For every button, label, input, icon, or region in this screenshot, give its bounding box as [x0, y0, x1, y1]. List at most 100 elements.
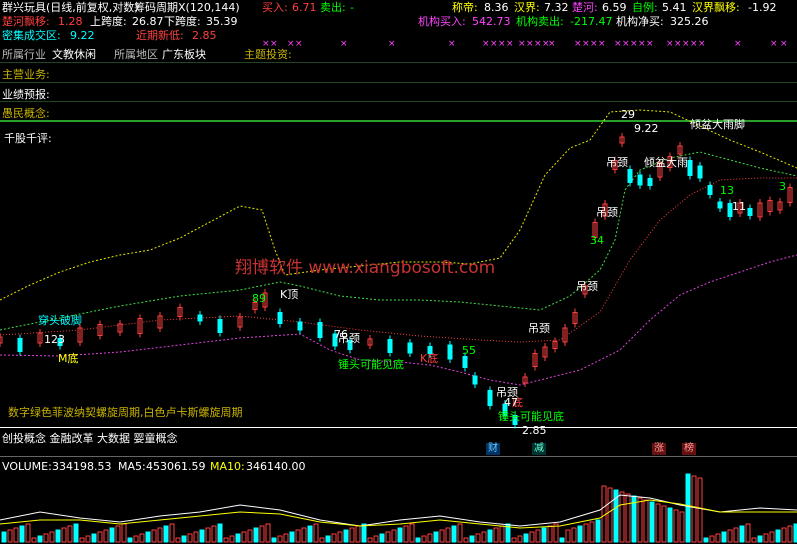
volume-bar — [727, 529, 733, 543]
volume-bar — [151, 529, 157, 543]
marker: × — [534, 39, 542, 49]
volume-bar — [763, 533, 769, 543]
marker: × — [622, 39, 630, 49]
volume-bar — [169, 523, 175, 543]
volume-bar — [667, 507, 673, 543]
volume-bar — [1, 531, 7, 543]
volume-bar — [679, 511, 685, 543]
volume-bar — [517, 535, 523, 543]
fib-55: 55 — [462, 344, 476, 357]
volume-bar — [73, 523, 79, 543]
marker: × — [590, 39, 598, 49]
volume-bar — [61, 527, 67, 543]
lucas-11: 11 — [732, 200, 746, 213]
volume-bar — [397, 527, 403, 543]
marker-row: × × × × × × × × × × × × × × ×× × × × × × × × × × × × × × × × × × — [262, 39, 788, 49]
lucas-123: 123 — [44, 333, 65, 346]
marker: × — [674, 39, 682, 49]
volume-bar — [739, 525, 745, 543]
volume-bar — [751, 537, 757, 543]
volume-bar — [109, 527, 115, 543]
marker: × — [506, 39, 514, 49]
marker: × — [448, 39, 456, 49]
high-price-label: 9.22 — [634, 122, 659, 135]
pattern-k-top: K顶 — [280, 288, 299, 301]
marker: × — [287, 39, 295, 49]
marker: × — [638, 39, 646, 49]
volume-bar — [205, 527, 211, 543]
marker: × — [646, 39, 654, 49]
badge-reduce[interactable]: 减 — [532, 443, 546, 455]
pattern-chuantou: 穿头破脚 — [38, 314, 82, 327]
volume-bar — [457, 523, 463, 543]
pattern-hanging-4: 吊颈 — [596, 206, 618, 219]
volume-bar — [691, 475, 697, 543]
volume-bar — [43, 533, 49, 543]
marker: × — [262, 39, 270, 49]
pattern-hanging-3: 吊颈 — [576, 280, 598, 293]
concept-tags: 创投概念 金融改革 大数据 婴童概念 — [2, 432, 178, 445]
volume-bar — [619, 491, 625, 543]
volume-bar — [775, 529, 781, 543]
volume-bar — [511, 537, 517, 543]
volume-bar — [559, 537, 565, 543]
marker: × — [498, 39, 506, 49]
marker: × — [340, 39, 348, 49]
volume-bar — [463, 537, 469, 543]
marker: × — [490, 39, 498, 49]
volume-bar — [175, 537, 181, 543]
volume-bar — [487, 529, 493, 543]
volume-bar — [163, 525, 169, 543]
marker: × — [780, 39, 788, 49]
volume-bar — [307, 525, 313, 543]
volume-bar — [355, 525, 361, 543]
volume-bar — [85, 535, 91, 543]
pattern-hammer-1: 锤头可能见底 — [338, 358, 404, 371]
volume-bar — [115, 525, 121, 543]
volume-bar — [469, 535, 475, 543]
volume-bar — [331, 533, 337, 543]
marker: × — [270, 39, 278, 49]
badge-finance[interactable]: 财 — [486, 443, 500, 455]
volume-bar — [379, 533, 385, 543]
volume-bar — [625, 493, 631, 543]
ma5-label: MA5: — [118, 460, 146, 473]
volume-bar — [745, 523, 751, 543]
marker: × — [518, 39, 526, 49]
badge-ranking[interactable]: 榜 — [682, 443, 696, 455]
volume-bar — [439, 529, 445, 543]
volume-label: VOLUME: — [2, 460, 52, 473]
volume-bar — [253, 527, 259, 543]
volume-bar — [721, 531, 727, 543]
volume-value: 334198.53 — [52, 460, 112, 473]
volume-bar — [781, 527, 787, 543]
volume-bar — [373, 535, 379, 543]
volume-bar — [211, 525, 217, 543]
volume-bar — [313, 523, 319, 543]
volume-bar — [769, 531, 775, 543]
volume-bar — [607, 487, 613, 543]
volume-bar — [31, 537, 37, 543]
volume-bar — [595, 519, 601, 543]
volume-bar — [523, 533, 529, 543]
volume-bar — [385, 531, 391, 543]
volume-bar — [145, 531, 151, 543]
marker: × — [388, 39, 396, 49]
volume-bar — [217, 523, 223, 543]
volume-bar — [733, 527, 739, 543]
marker: × — [482, 39, 490, 49]
marker: × — [770, 39, 778, 49]
volume-bar — [403, 525, 409, 543]
volume-bar — [241, 531, 247, 543]
volume-bar — [475, 533, 481, 543]
fib-3: 3 — [779, 180, 786, 193]
marker: × — [690, 39, 698, 49]
lucas-47: 47 — [504, 396, 518, 409]
watermark: 翔博软件 www.xiangbosoft.com — [235, 258, 496, 278]
volume-bar — [481, 531, 487, 543]
marker: × — [666, 39, 674, 49]
volume-bar — [673, 509, 679, 543]
marker: × — [598, 39, 606, 49]
badge-limit-up[interactable]: 涨 — [652, 443, 666, 455]
volume-bar — [157, 527, 163, 543]
